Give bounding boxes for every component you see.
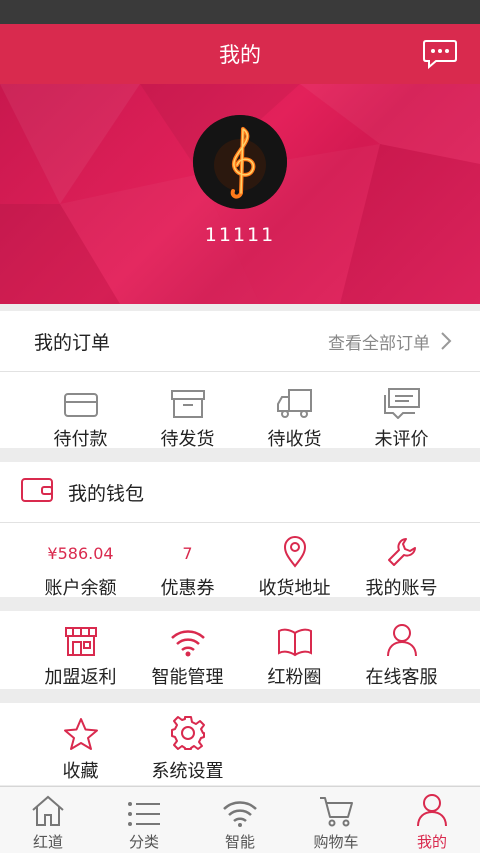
- card-icon: [63, 393, 98, 417]
- wallet-title: 我的钱包: [68, 482, 145, 505]
- list-icon: [128, 802, 160, 826]
- treble-clef-avatar: [193, 115, 287, 209]
- tab-mine[interactable]: 我的: [384, 787, 480, 853]
- order-pending-payment[interactable]: 待付款: [27, 383, 134, 451]
- tab-cart[interactable]: 购物车: [288, 787, 384, 853]
- extras-card: 收藏 系统设置: [0, 703, 480, 785]
- coupon-count: 7: [182, 544, 193, 563]
- box-icon: [170, 390, 205, 418]
- star-icon: [63, 718, 98, 750]
- comment-icon: [383, 388, 420, 419]
- orders-card: 我的订单 查看全部订单 待付款 待发货 待收货 未评价: [0, 311, 480, 451]
- home-icon: [32, 795, 64, 826]
- wrench-icon: [387, 538, 416, 566]
- shipping-address[interactable]: 收货地址: [241, 532, 348, 600]
- wifi-icon: [170, 630, 205, 657]
- location-pin-icon: [283, 536, 306, 568]
- wallet-card: 我的钱包 ¥586.04 账户余额 7 优惠券 收货地址 我的账号: [0, 462, 480, 600]
- my-account[interactable]: 我的账号: [348, 532, 455, 600]
- tab-home[interactable]: 红道: [0, 787, 96, 853]
- cart-icon: [320, 797, 353, 827]
- pink-circle[interactable]: 红粉圈: [241, 621, 348, 689]
- shop-icon: [64, 627, 97, 656]
- system-settings[interactable]: 系统设置: [134, 715, 241, 783]
- username: 11111: [204, 224, 276, 246]
- profile-banner: 11111: [0, 84, 480, 304]
- tab-smart[interactable]: 智能: [192, 787, 288, 853]
- view-all-orders-link[interactable]: 查看全部订单: [328, 329, 430, 354]
- order-pending-receipt[interactable]: 待收货: [241, 383, 348, 451]
- online-support[interactable]: 在线客服: [348, 621, 455, 689]
- avatar[interactable]: [193, 115, 287, 209]
- book-icon: [277, 628, 312, 657]
- wifi-icon: [223, 801, 257, 827]
- chat-bubble-icon[interactable]: [422, 38, 458, 70]
- title-bar: 我的: [0, 24, 480, 84]
- settings-gear-icon: [170, 716, 205, 750]
- balance-value: ¥586.04: [47, 544, 114, 563]
- wallet-icon: [20, 476, 54, 508]
- person-icon: [386, 624, 417, 657]
- tab-category[interactable]: 分类: [96, 787, 192, 853]
- wallet-header[interactable]: 我的钱包: [0, 462, 480, 522]
- orders-title: 我的订单: [34, 331, 111, 354]
- services-card: 加盟返利 智能管理 红粉圈 在线客服: [0, 611, 480, 689]
- franchise-rebate[interactable]: 加盟返利: [27, 621, 134, 689]
- favorites[interactable]: 收藏: [27, 715, 134, 783]
- order-unrated[interactable]: 未评价: [348, 383, 455, 451]
- bottom-tab-bar: 红道 分类 智能 购物车 我的: [0, 786, 480, 853]
- order-pending-shipment[interactable]: 待发货: [134, 383, 241, 451]
- status-bar: [0, 0, 480, 24]
- coupons[interactable]: 7 优惠券: [134, 532, 241, 600]
- account-balance[interactable]: ¥586.04 账户余额: [27, 532, 134, 600]
- smart-management[interactable]: 智能管理: [134, 621, 241, 689]
- truck-icon: [276, 389, 312, 418]
- chevron-right-icon: [440, 331, 452, 355]
- orders-header[interactable]: 我的订单 查看全部订单: [0, 311, 480, 371]
- user-icon: [417, 794, 447, 827]
- page-title: 我的: [219, 43, 261, 67]
